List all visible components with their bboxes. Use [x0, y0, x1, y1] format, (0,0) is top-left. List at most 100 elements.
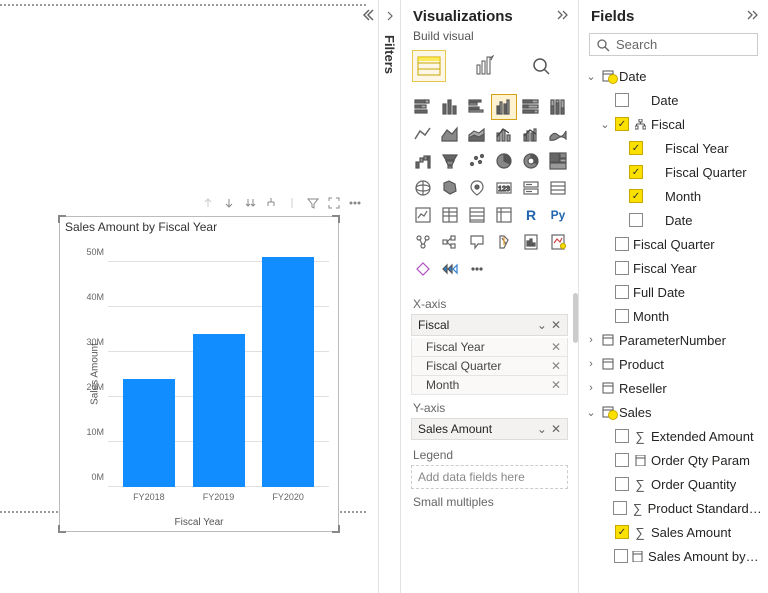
resize-handle[interactable]	[58, 521, 70, 533]
viz-azure-map[interactable]	[465, 176, 489, 200]
chevron-down-icon[interactable]: ⌄	[537, 422, 547, 436]
checkbox[interactable]	[629, 189, 643, 203]
viz-line-clustered-column[interactable]	[519, 122, 543, 146]
focus-mode-icon[interactable]	[324, 193, 344, 213]
checkbox[interactable]	[629, 141, 643, 155]
field-order-qty-param[interactable]: Order Qty Param	[585, 448, 762, 472]
checkbox[interactable]	[615, 429, 629, 443]
expand-icon[interactable]	[746, 8, 758, 25]
yaxis-well[interactable]: Sales Amount ⌄✕	[411, 418, 568, 440]
expand-icon[interactable]	[384, 10, 396, 25]
checkbox[interactable]	[614, 549, 628, 563]
viz-area[interactable]	[438, 122, 462, 146]
field-extended-amount[interactable]: ∑Extended Amount	[585, 424, 762, 448]
remove-icon[interactable]: ✕	[551, 340, 561, 354]
field-fiscal-year[interactable]: Fiscal Year	[585, 256, 762, 280]
format-visual-tab[interactable]	[469, 51, 501, 81]
analytics-tab[interactable]	[525, 51, 557, 81]
scrollbar-thumb[interactable]	[573, 293, 578, 343]
field-date-date[interactable]: Date	[585, 88, 762, 112]
remove-icon[interactable]: ✕	[551, 359, 561, 373]
legend-well[interactable]: Add data fields here	[411, 465, 568, 489]
checkbox[interactable]	[615, 93, 629, 107]
field-fiscal-date[interactable]: Date	[585, 208, 762, 232]
viz-paginated[interactable]	[519, 230, 543, 254]
checkbox[interactable]	[615, 453, 629, 467]
next-level-icon[interactable]	[261, 193, 281, 213]
checkbox[interactable]	[615, 117, 629, 131]
viz-100-stacked-column[interactable]	[546, 95, 570, 119]
field-sales-amount-du[interactable]: Sales Amount by Du...	[585, 544, 762, 568]
bar-fy2020[interactable]	[262, 257, 314, 487]
viz-100-stacked-bar[interactable]	[519, 95, 543, 119]
viz-card[interactable]	[519, 176, 543, 200]
build-visual-tab[interactable]	[413, 51, 445, 81]
field-fiscal-quarter[interactable]: Fiscal Quarter	[585, 160, 762, 184]
viz-scatter[interactable]	[465, 149, 489, 173]
viz-stacked-bar[interactable]	[411, 95, 435, 119]
drill-up-icon[interactable]	[198, 193, 218, 213]
viz-matrix[interactable]	[492, 203, 516, 227]
resize-handle[interactable]	[58, 215, 70, 227]
bar-fy2018[interactable]	[123, 379, 175, 487]
more-icon[interactable]	[345, 193, 365, 213]
field-fiscal[interactable]: ⌄Fiscal	[585, 112, 762, 136]
viz-decomposition[interactable]	[438, 230, 462, 254]
xaxis-subfield[interactable]: Fiscal Year✕	[411, 338, 568, 357]
viz-key-influencers[interactable]	[411, 230, 435, 254]
viz-powerapps[interactable]	[546, 230, 570, 254]
resize-handle[interactable]	[328, 521, 340, 533]
checkbox[interactable]	[613, 501, 627, 515]
checkbox[interactable]	[615, 285, 629, 299]
expand-icon[interactable]	[556, 8, 568, 25]
field-full-date[interactable]: Full Date	[585, 280, 762, 304]
viz-python[interactable]: Py	[546, 203, 570, 227]
viz-clustered-bar[interactable]	[465, 95, 489, 119]
search-input[interactable]: Search	[589, 33, 758, 56]
viz-treemap[interactable]	[546, 149, 570, 173]
viz-funnel[interactable]	[438, 149, 462, 173]
viz-map[interactable]	[411, 176, 435, 200]
field-fiscal-year[interactable]: Fiscal Year	[585, 136, 762, 160]
viz-table[interactable]	[465, 203, 489, 227]
resize-handle[interactable]	[328, 215, 340, 227]
checkbox[interactable]	[629, 165, 643, 179]
viz-get-more[interactable]	[438, 257, 462, 281]
table-reseller[interactable]: ›Reseller	[585, 376, 762, 400]
checkbox[interactable]	[615, 261, 629, 275]
xaxis-subfield[interactable]: Month✕	[411, 376, 568, 395]
drill-down-icon[interactable]	[219, 193, 239, 213]
viz-waterfall[interactable]	[411, 149, 435, 173]
chevron-down-icon[interactable]: ⌄	[537, 318, 547, 332]
table-date[interactable]: ⌄Date	[585, 64, 762, 88]
field-order-quantity[interactable]: ∑Order Quantity	[585, 472, 762, 496]
checkbox[interactable]	[615, 237, 629, 251]
field-fiscal-quarter[interactable]: Fiscal Quarter	[585, 232, 762, 256]
report-canvas[interactable]: Sales Amount by Fiscal Year Sales Amount…	[0, 0, 378, 593]
expand-all-icon[interactable]	[240, 193, 260, 213]
viz-multi-card[interactable]	[546, 176, 570, 200]
viz-stacked-column[interactable]	[438, 95, 462, 119]
xaxis-well[interactable]: Fiscal ⌄✕	[411, 314, 568, 336]
checkbox[interactable]	[615, 309, 629, 323]
viz-power-automate[interactable]	[411, 257, 435, 281]
field-month[interactable]: Month	[585, 304, 762, 328]
viz-ribbon[interactable]	[546, 122, 570, 146]
checkbox[interactable]	[615, 525, 629, 539]
viz-clustered-column[interactable]	[492, 95, 516, 119]
table-product[interactable]: ›Product	[585, 352, 762, 376]
viz-donut[interactable]	[519, 149, 543, 173]
remove-icon[interactable]: ✕	[551, 318, 561, 332]
table-parameter[interactable]: ›ParameterNumber	[585, 328, 762, 352]
bar-chart-visual[interactable]: Sales Amount by Fiscal Year Sales Amount…	[59, 216, 339, 532]
viz-line[interactable]	[411, 122, 435, 146]
checkbox[interactable]	[629, 213, 643, 227]
viz-narrative[interactable]	[492, 230, 516, 254]
viz-gauge[interactable]: 123	[492, 176, 516, 200]
viz-stacked-area[interactable]	[465, 122, 489, 146]
checkbox[interactable]	[615, 477, 629, 491]
table-sales[interactable]: ⌄Sales	[585, 400, 762, 424]
viz-filled-map[interactable]	[438, 176, 462, 200]
viz-qa[interactable]	[465, 230, 489, 254]
xaxis-subfield[interactable]: Fiscal Quarter✕	[411, 357, 568, 376]
